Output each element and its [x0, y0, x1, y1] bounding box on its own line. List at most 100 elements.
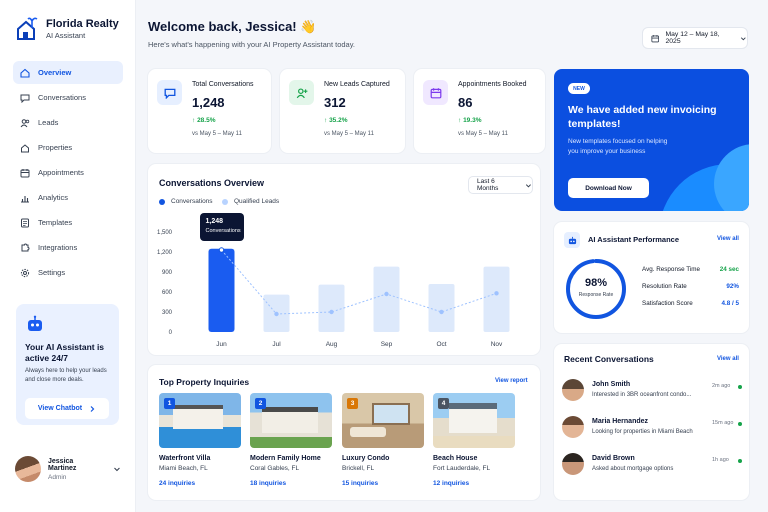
- property-rank: 4: [438, 398, 449, 409]
- chevron-right-icon: [90, 405, 95, 412]
- response-rate-gauge: [566, 259, 626, 319]
- y-tick-label: 1,200: [157, 250, 173, 256]
- stat-compare: vs May 5 – May 11: [324, 131, 374, 137]
- section-title: Top Property Inquiries: [159, 377, 250, 387]
- sidebar-item-label: Conversations: [38, 93, 86, 102]
- y-tick-label: 300: [162, 310, 173, 316]
- x-tick-label: Sep: [381, 341, 393, 348]
- x-tick-label: Jul: [272, 341, 281, 348]
- calendar-icon: [20, 168, 30, 177]
- sidebar-item-label: Overview: [38, 68, 72, 77]
- conversation-name: David Brown: [592, 455, 635, 462]
- property-card[interactable]: 1 Waterfront Villa Miami Beach, FL 24 in…: [159, 393, 241, 487]
- recent-title: Recent Conversations: [564, 354, 654, 364]
- property-card[interactable]: 4 Beach House Fort Lauderdale, FL 12 inq…: [433, 393, 515, 487]
- user-plus-icon: [296, 87, 307, 98]
- stat-label: Total Conversations: [192, 81, 254, 88]
- avatar: [562, 379, 584, 401]
- response-rate-label: Response Rate: [578, 292, 614, 298]
- conversation-message: Looking for properties in Miami Beach: [592, 429, 693, 435]
- invoicing-banner: NEW We have added new invoicing template…: [554, 69, 749, 211]
- stat-card-leads[interactable]: New Leads Captured 312 ↑ 35.2% vs May 5 …: [280, 69, 405, 153]
- qualified-leads-point: [439, 309, 444, 315]
- property-location: Brickell, FL: [342, 465, 375, 472]
- property-image: 4: [433, 393, 515, 448]
- villa-shape: [173, 405, 223, 429]
- promo-description: Always here to help your leads and close…: [25, 368, 107, 383]
- stat-change: ↑ 19.3%: [458, 117, 482, 124]
- view-report-link[interactable]: View report: [495, 378, 528, 384]
- beach-house-shape: [449, 403, 497, 433]
- sidebar-item-label: Settings: [38, 268, 66, 277]
- stat-card-appointments[interactable]: Appointments Booked 86 ↑ 19.3% vs May 5 …: [414, 69, 545, 153]
- sofa-shape: [350, 427, 386, 437]
- sidebar-item-conversations[interactable]: Conversations: [13, 86, 123, 109]
- robot-icon: [568, 236, 576, 244]
- sidebar-item-label: Analytics: [38, 193, 69, 202]
- ai-performance-card: AI Assistant Performance View all 98% Re…: [554, 222, 749, 333]
- user-profile[interactable]: Jessica Martinez Admin: [15, 452, 121, 486]
- stat-change-value: 35.2%: [329, 117, 348, 124]
- conversation-item[interactable]: David Brown Asked about mortgage options…: [562, 451, 742, 481]
- sidebar-item-analytics[interactable]: Analytics: [13, 186, 123, 209]
- y-tick-label: 1,500: [157, 230, 173, 236]
- background-bar: [483, 266, 510, 332]
- recent-view-all-link[interactable]: View all: [717, 356, 739, 362]
- metric-row: Avg. Response Time 24 sec: [642, 266, 739, 273]
- conversations-overview-card: Conversations Overview Last 6 Months Con…: [148, 164, 540, 355]
- sidebar-item-settings[interactable]: Settings: [13, 261, 123, 284]
- conversation-message: Asked about mortgage options: [592, 466, 674, 472]
- sidebar-item-templates[interactable]: Templates: [13, 211, 123, 234]
- background-bar: [373, 266, 400, 332]
- property-card[interactable]: 2 Modern Family Home Coral Gables, FL 18…: [250, 393, 332, 487]
- stat-change-value: 28.5%: [197, 117, 216, 124]
- conversation-item[interactable]: John Smith Interested in 3BR oceanfront …: [562, 377, 742, 407]
- download-now-button[interactable]: Download Now: [568, 178, 649, 198]
- view-chatbot-label: View Chatbot: [37, 405, 83, 412]
- background-bar: [318, 284, 345, 332]
- sidebar-item-label: Appointments: [38, 168, 84, 177]
- conversation-time: 1h ago: [712, 457, 729, 463]
- sidebar: Florida Realty AI Assistant Overview Con…: [0, 0, 136, 512]
- user-role: Admin: [48, 473, 67, 481]
- chevron-down-icon: [114, 467, 120, 472]
- stat-icon-wrap: [157, 80, 182, 105]
- property-name: Modern Family Home: [250, 455, 321, 462]
- sidebar-item-leads[interactable]: Leads: [13, 111, 123, 134]
- qualified-leads-point: [494, 291, 499, 296]
- property-name: Beach House: [433, 455, 478, 462]
- sidebar-item-appointments[interactable]: Appointments: [13, 161, 123, 184]
- property-location: Fort Lauderdale, FL: [433, 465, 491, 472]
- avatar: [562, 416, 584, 438]
- sidebar-item-integrations[interactable]: Integrations: [13, 236, 123, 259]
- page-title: Welcome back, Jessica! 👋: [148, 19, 317, 34]
- avatar: [562, 453, 584, 475]
- stat-value: 86: [458, 95, 473, 110]
- x-tick-label: Jun: [216, 341, 227, 348]
- stat-change: ↑ 35.2%: [324, 117, 348, 124]
- brand-logo[interactable]: Florida Realty AI Assistant: [16, 17, 119, 41]
- conversation-item[interactable]: Maria Hernandez Looking for properties i…: [562, 414, 742, 444]
- stat-card-conversations[interactable]: Total Conversations 1,248 ↑ 28.5% vs May…: [148, 69, 271, 153]
- view-chatbot-button[interactable]: View Chatbot: [25, 398, 109, 419]
- puzzle-icon: [21, 243, 30, 251]
- property-rank: 1: [164, 398, 175, 409]
- house-palm-icon: [17, 17, 38, 40]
- sidebar-nav: Overview Conversations Leads Properties …: [13, 61, 123, 286]
- metric-value: 4.8 / 5: [721, 300, 739, 307]
- avatar: [15, 456, 41, 482]
- sidebar-item-properties[interactable]: Properties: [13, 136, 123, 159]
- stat-icon-wrap: [423, 80, 448, 105]
- bar-chart-icon: [21, 195, 29, 203]
- metric-value: 92%: [726, 283, 739, 290]
- qualified-leads-point: [384, 291, 389, 297]
- property-rank: 2: [255, 398, 266, 409]
- performance-view-all-link[interactable]: View all: [717, 236, 739, 242]
- property-card[interactable]: 3 Luxury Condo Brickell, FL 15 inquiries: [342, 393, 424, 487]
- stat-change: ↑ 28.5%: [192, 117, 216, 124]
- online-status-dot: [738, 385, 742, 389]
- sidebar-item-overview[interactable]: Overview: [13, 61, 123, 84]
- date-range-picker[interactable]: May 12 – May 18, 2025: [642, 27, 748, 49]
- top-properties-card: Top Property Inquiries View report 1 Wat…: [148, 365, 540, 500]
- date-range-label: May 12 – May 18, 2025: [665, 31, 720, 45]
